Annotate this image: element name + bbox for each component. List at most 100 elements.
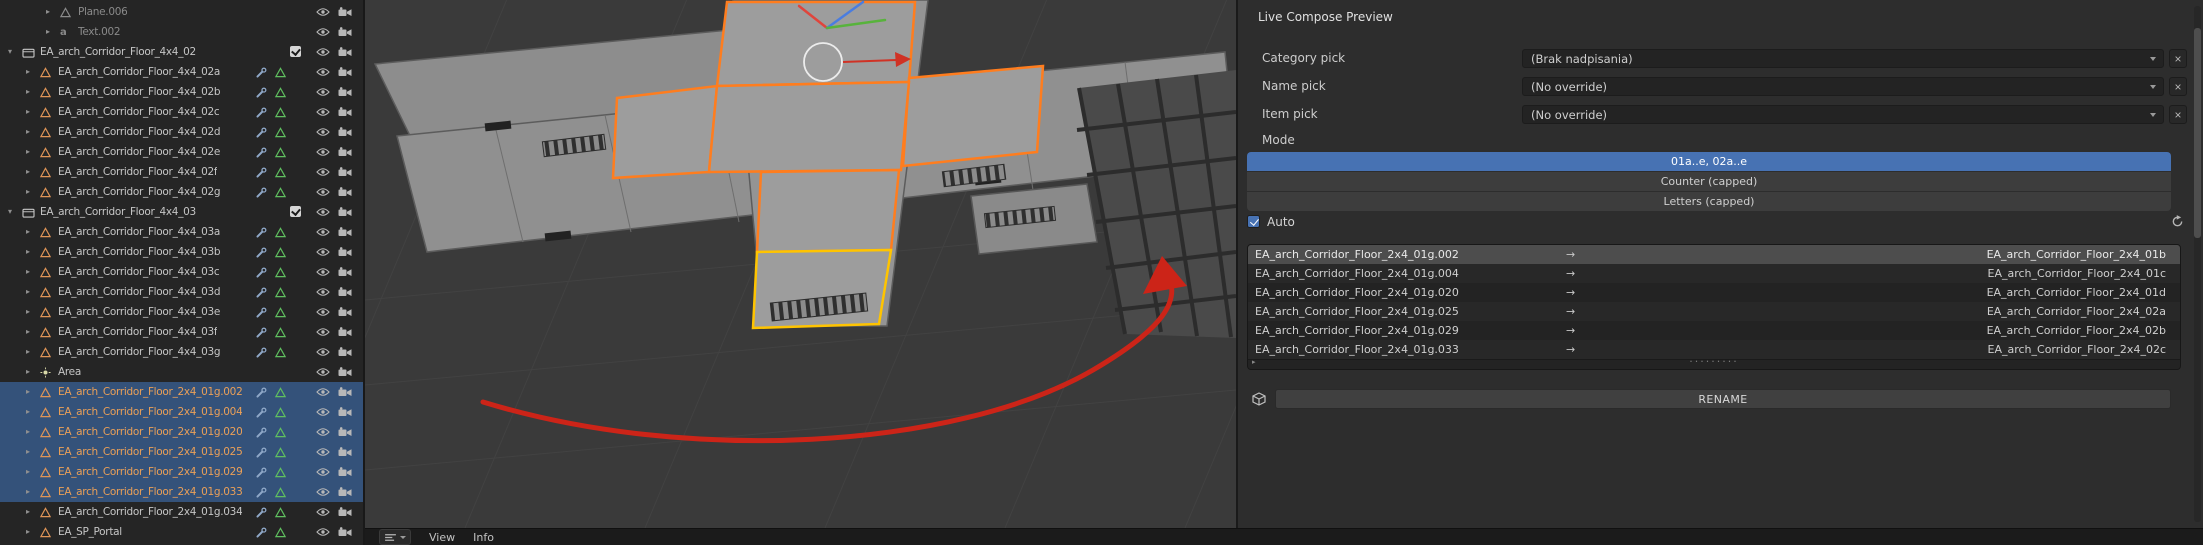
disable-render-camera-icon[interactable] — [338, 207, 352, 217]
disclosure-triangle-icon[interactable] — [26, 122, 40, 142]
rename-row[interactable]: EA_arch_Corridor_Floor_2x4_01g.029 → EA_… — [1248, 321, 2180, 340]
disclosure-triangle-icon[interactable] — [26, 442, 40, 462]
hide-viewport-eye-icon[interactable] — [316, 227, 330, 237]
disable-render-camera-icon[interactable] — [338, 487, 352, 497]
outliner-row[interactable]: a EA_arch_Corridor_Floor_4x4_03e — [0, 302, 363, 322]
hide-viewport-eye-icon[interactable] — [316, 327, 330, 337]
disable-render-camera-icon[interactable] — [338, 347, 352, 357]
disable-render-camera-icon[interactable] — [338, 447, 352, 457]
disclosure-triangle-icon[interactable] — [8, 202, 22, 222]
disable-render-camera-icon[interactable] — [338, 147, 352, 157]
rename-row[interactable]: EA_arch_Corridor_Floor_2x4_01g.004 → EA_… — [1248, 264, 2180, 283]
hide-viewport-eye-icon[interactable] — [316, 107, 330, 117]
outliner-row[interactable]: a EA_arch_Corridor_Floor_4x4_02f — [0, 162, 363, 182]
disable-render-camera-icon[interactable] — [338, 307, 352, 317]
disclosure-triangle-icon[interactable] — [26, 222, 40, 242]
rename-row[interactable]: EA_arch_Corridor_Floor_2x4_01g.025 → EA_… — [1248, 302, 2180, 321]
disable-render-camera-icon[interactable] — [338, 367, 352, 377]
picker-dropdown[interactable]: (No override) — [1522, 77, 2164, 96]
editor-type-button[interactable] — [379, 529, 411, 545]
hide-viewport-eye-icon[interactable] — [316, 487, 330, 497]
outliner-row[interactable]: a Area — [0, 362, 363, 382]
mode-option-button[interactable]: 01a..e, 02a..e — [1247, 152, 2171, 171]
hide-viewport-eye-icon[interactable] — [316, 427, 330, 437]
outliner-row[interactable]: a EA_arch_Corridor_Floor_2x4_01g.002 — [0, 382, 363, 402]
disable-render-camera-icon[interactable] — [338, 387, 352, 397]
disclosure-triangle-icon[interactable] — [26, 182, 40, 202]
mode-option-button[interactable]: Counter (capped) — [1247, 172, 2171, 191]
disable-render-camera-icon[interactable] — [338, 27, 352, 37]
disable-render-camera-icon[interactable] — [338, 287, 352, 297]
hide-viewport-eye-icon[interactable] — [316, 447, 330, 457]
outliner-row[interactable]: a EA_arch_Corridor_Floor_4x4_02 — [0, 42, 363, 62]
outliner-row[interactable]: a EA_arch_Corridor_Floor_4x4_03c — [0, 262, 363, 282]
list-resize-grip[interactable] — [1248, 355, 2180, 369]
outliner-row[interactable]: a EA_arch_Corridor_Floor_4x4_03b — [0, 242, 363, 262]
disable-render-camera-icon[interactable] — [338, 127, 352, 137]
disable-render-camera-icon[interactable] — [338, 407, 352, 417]
disable-render-camera-icon[interactable] — [338, 267, 352, 277]
outliner-row[interactable]: a EA_arch_Corridor_Floor_2x4_01g.025 — [0, 442, 363, 462]
disable-render-camera-icon[interactable] — [338, 247, 352, 257]
hide-viewport-eye-icon[interactable] — [316, 67, 330, 77]
disable-render-camera-icon[interactable] — [338, 67, 352, 77]
rename-button[interactable]: RENAME — [1275, 389, 2171, 409]
outliner-row[interactable]: a EA_arch_Corridor_Floor_4x4_03f — [0, 322, 363, 342]
outliner-row[interactable]: a EA_arch_Corridor_Floor_4x4_02a — [0, 62, 363, 82]
disclosure-triangle-icon[interactable] — [26, 422, 40, 442]
hide-viewport-eye-icon[interactable] — [316, 47, 330, 57]
outliner-row[interactable]: a EA_arch_Corridor_Floor_2x4_01g.029 — [0, 462, 363, 482]
hide-viewport-eye-icon[interactable] — [316, 167, 330, 177]
hide-viewport-eye-icon[interactable] — [316, 87, 330, 97]
outliner-row[interactable]: a EA_arch_Corridor_Floor_4x4_02g — [0, 182, 363, 202]
clear-button[interactable]: × — [2169, 49, 2187, 68]
3d-viewport[interactable] — [365, 0, 1236, 528]
collection-exclude-checkbox[interactable] — [290, 206, 301, 217]
disclosure-triangle-icon[interactable] — [26, 162, 40, 182]
disclosure-triangle-icon[interactable] — [26, 282, 40, 302]
outliner-row[interactable]: a EA_arch_Corridor_Floor_4x4_03d — [0, 282, 363, 302]
outliner-row[interactable]: a EA_SP_Portal — [0, 522, 363, 542]
picker-dropdown[interactable]: (No override) — [1522, 105, 2164, 124]
disclosure-triangle-icon[interactable] — [26, 482, 40, 502]
hide-viewport-eye-icon[interactable] — [316, 267, 330, 277]
outliner-row[interactable]: a EA_arch_Corridor_Floor_2x4_01g.033 — [0, 482, 363, 502]
disable-render-camera-icon[interactable] — [338, 467, 352, 477]
disclosure-triangle-icon[interactable] — [26, 82, 40, 102]
panel-scrollbar[interactable] — [2194, 6, 2201, 522]
auto-checkbox[interactable] — [1247, 215, 1260, 228]
disclosure-triangle-icon[interactable] — [26, 242, 40, 262]
disable-render-camera-icon[interactable] — [338, 87, 352, 97]
disclosure-triangle-icon[interactable] — [26, 102, 40, 122]
hide-viewport-eye-icon[interactable] — [316, 247, 330, 257]
disclosure-triangle-icon[interactable] — [26, 262, 40, 282]
hide-viewport-eye-icon[interactable] — [316, 307, 330, 317]
disclosure-triangle-icon[interactable] — [26, 322, 40, 342]
disclosure-triangle-icon[interactable] — [26, 62, 40, 82]
outliner-row[interactable]: a Text.002 — [0, 22, 363, 42]
hide-viewport-eye-icon[interactable] — [316, 147, 330, 157]
outliner-row[interactable]: a EA_arch_Corridor_Floor_4x4_02b — [0, 82, 363, 102]
outliner-row[interactable]: a EA_arch_Corridor_Floor_4x4_02e — [0, 142, 363, 162]
disable-render-camera-icon[interactable] — [338, 427, 352, 437]
hide-viewport-eye-icon[interactable] — [316, 27, 330, 37]
disclosure-triangle-icon[interactable] — [8, 42, 22, 62]
outliner-row[interactable]: a EA_arch_Corridor_Floor_2x4_01g.034 — [0, 502, 363, 522]
menu-info[interactable]: Info — [473, 531, 494, 544]
operator-options-button[interactable] — [1248, 389, 1270, 409]
disable-render-camera-icon[interactable] — [338, 527, 352, 537]
hide-viewport-eye-icon[interactable] — [316, 467, 330, 477]
rename-row[interactable]: EA_arch_Corridor_Floor_2x4_01g.020 → EA_… — [1248, 283, 2180, 302]
disable-render-camera-icon[interactable] — [338, 327, 352, 337]
scrollbar-thumb[interactable] — [2194, 28, 2201, 238]
hide-viewport-eye-icon[interactable] — [316, 127, 330, 137]
refresh-button[interactable] — [2168, 213, 2187, 230]
disable-render-camera-icon[interactable] — [338, 227, 352, 237]
disable-render-camera-icon[interactable] — [338, 187, 352, 197]
outliner-row[interactable]: a EA_arch_Corridor_Floor_2x4_01g.020 — [0, 422, 363, 442]
disclosure-triangle-icon[interactable] — [26, 382, 40, 402]
picker-dropdown[interactable]: (Brak nadpisania) — [1522, 49, 2164, 68]
disable-render-camera-icon[interactable] — [338, 47, 352, 57]
hide-viewport-eye-icon[interactable] — [316, 207, 330, 217]
hide-viewport-eye-icon[interactable] — [316, 387, 330, 397]
